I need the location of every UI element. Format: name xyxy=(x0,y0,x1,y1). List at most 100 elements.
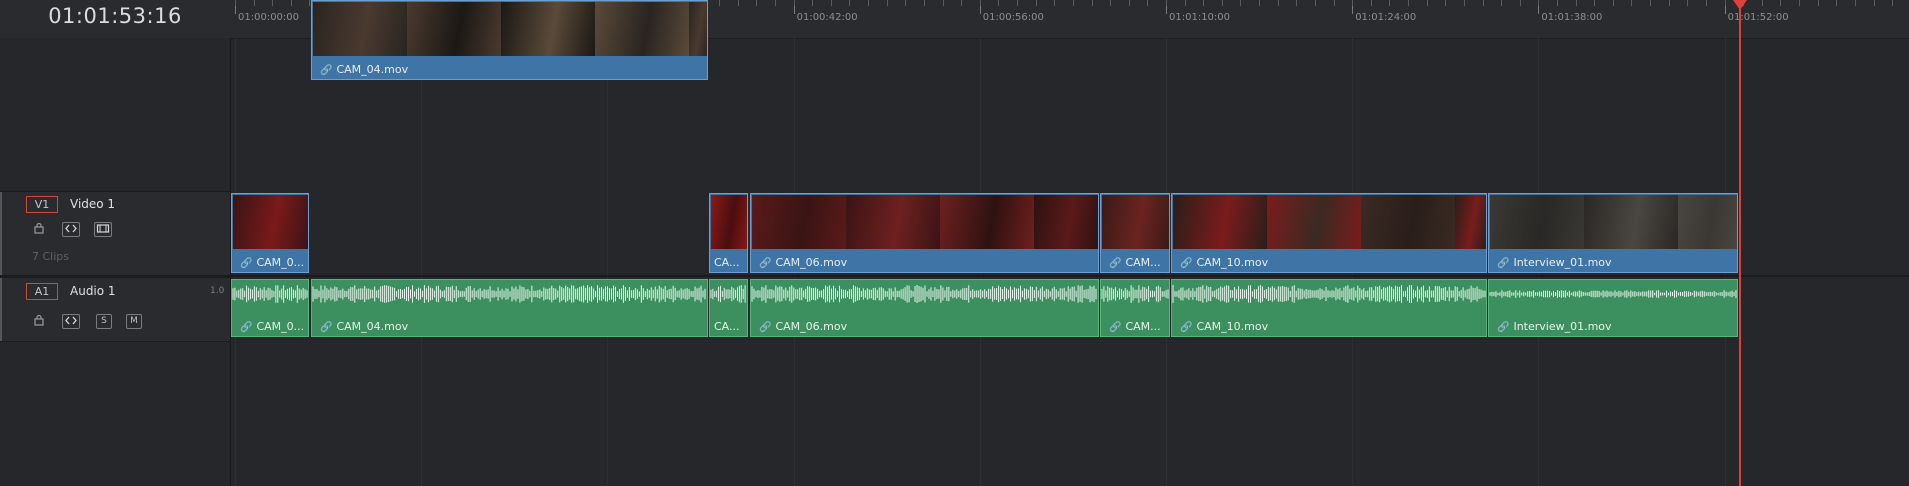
clip-label: 🔗 CAM_06.mov xyxy=(759,256,848,269)
ruler-minor-tick xyxy=(1669,0,1670,6)
video-clip[interactable]: 🔗 CAM_04.mov xyxy=(311,0,708,80)
clip-thumbnails xyxy=(1490,195,1737,249)
ruler-minor-tick xyxy=(1092,0,1093,6)
ruler-minor-tick xyxy=(235,0,236,6)
video-clip[interactable]: 🔗 Interview_01.mov xyxy=(1488,193,1738,273)
audio-clip[interactable]: 🔗 CAM_0... xyxy=(231,279,309,337)
clip-thumbnail-frame xyxy=(1584,195,1678,249)
link-icon: 🔗 xyxy=(240,322,253,333)
playhead[interactable] xyxy=(1739,0,1741,486)
auto-select-icon[interactable] xyxy=(62,222,80,237)
audio-track-id[interactable]: A1 xyxy=(26,283,58,300)
audio-waveform xyxy=(1101,285,1169,303)
clip-thumbnails xyxy=(711,195,747,249)
clip-thumbnail-frame xyxy=(1490,195,1584,249)
audio-clip[interactable]: 🔗 CAM_04.mov xyxy=(311,279,708,337)
ruler-minor-tick xyxy=(309,0,310,6)
audio-track-level: 1.0 xyxy=(210,286,225,296)
video-clip[interactable]: 🔗 CAM_06.mov xyxy=(750,193,1099,273)
ruler-minor-tick xyxy=(1240,0,1241,6)
ruler-minor-tick xyxy=(1334,0,1335,6)
ruler-minor-tick xyxy=(1594,0,1595,6)
timecode-display[interactable]: 01:01:53:16 xyxy=(0,4,230,28)
video-clip[interactable]: CA... xyxy=(709,193,748,273)
ruler-minor-tick xyxy=(1631,0,1632,6)
audio-track-name[interactable]: Audio 1 xyxy=(70,284,116,298)
clip-thumbnail-frame xyxy=(940,195,1034,249)
link-icon: 🔗 xyxy=(320,65,333,76)
audio-waveform xyxy=(232,285,308,303)
track-stripe xyxy=(0,192,2,276)
ruler-minor-tick xyxy=(1371,0,1372,6)
mute-button[interactable]: M xyxy=(126,314,142,329)
clip-thumbnail-frame xyxy=(711,195,747,249)
video-toggle-icon[interactable] xyxy=(94,222,112,237)
link-icon: 🔗 xyxy=(320,322,333,333)
ruler-minor-tick xyxy=(887,0,888,6)
clip-thumbnails xyxy=(1102,195,1169,249)
ruler-minor-tick xyxy=(1408,0,1409,6)
link-icon: 🔗 xyxy=(1109,322,1122,333)
clip-thumbnails xyxy=(313,2,707,56)
ruler-minor-tick xyxy=(1762,0,1763,6)
ruler-label: 01:00:42:00 xyxy=(796,12,858,23)
clip-thumbnail-frame xyxy=(1455,195,1486,249)
audio-clip[interactable]: CA... xyxy=(709,279,748,337)
ruler-minor-tick xyxy=(1520,0,1521,6)
video-track-name[interactable]: Video 1 xyxy=(70,197,115,211)
auto-select-icon[interactable] xyxy=(62,314,80,329)
ruler-minor-tick xyxy=(1836,0,1837,6)
audio-clip[interactable]: 🔗 CAM... xyxy=(1100,279,1170,337)
clip-thumbnail-frame xyxy=(846,195,940,249)
video-track-header[interactable]: V1 Video 1 7 Clips xyxy=(0,191,230,277)
ruler-minor-tick xyxy=(1315,0,1316,6)
clip-thumbnail-frame xyxy=(595,2,689,56)
ruler-minor-tick xyxy=(868,0,869,6)
clip-thumbnails xyxy=(233,195,308,249)
clip-label: 🔗 CAM_10.mov xyxy=(1180,256,1269,269)
clip-label: 🔗 CAM_06.mov xyxy=(759,320,848,333)
ruler-minor-tick xyxy=(998,0,999,6)
link-icon: 🔗 xyxy=(1180,258,1193,269)
ruler-minor-tick xyxy=(775,0,776,6)
playhead-handle[interactable] xyxy=(1733,0,1747,10)
ruler-minor-tick xyxy=(254,0,255,6)
clip-thumbnail-frame xyxy=(1034,195,1098,249)
link-icon: 🔗 xyxy=(1497,322,1510,333)
video-track-id[interactable]: V1 xyxy=(26,196,58,213)
audio-track-header[interactable]: A1 Audio 1 1.0 S M xyxy=(0,277,230,342)
clip-thumbnail-frame xyxy=(689,2,707,56)
waveform-path xyxy=(1172,285,1486,303)
audio-clip[interactable]: 🔗 CAM_10.mov xyxy=(1171,279,1487,337)
clip-thumbnail-frame xyxy=(1267,195,1361,249)
ruler-minor-tick xyxy=(905,0,906,6)
solo-button[interactable]: S xyxy=(96,314,112,329)
clip-label: 🔗 CAM_04.mov xyxy=(320,320,409,333)
ruler-minor-tick xyxy=(1874,0,1875,6)
ruler-minor-tick xyxy=(738,0,739,6)
ruler-minor-tick xyxy=(1818,0,1819,6)
lock-icon[interactable] xyxy=(32,222,46,235)
clip-label: 🔗 CAM... xyxy=(1109,256,1161,269)
grid-line xyxy=(607,38,609,486)
lock-icon[interactable] xyxy=(32,314,46,327)
ruler-minor-tick xyxy=(812,0,813,6)
audio-waveform xyxy=(1172,285,1486,303)
video-clip[interactable]: 🔗 CAM... xyxy=(1100,193,1170,273)
ruler-minor-tick xyxy=(831,0,832,6)
waveform-path xyxy=(710,285,746,303)
clip-label: 🔗 CAM_10.mov xyxy=(1180,320,1269,333)
ruler-minor-tick xyxy=(1687,0,1688,6)
ruler-minor-tick xyxy=(943,0,944,6)
video-clip[interactable]: 🔗 CAM_0... xyxy=(231,193,309,273)
waveform-path xyxy=(232,285,308,303)
ruler-label: 01:00:00:00 xyxy=(238,12,300,23)
audio-clip[interactable]: 🔗 Interview_01.mov xyxy=(1488,279,1738,337)
ruler-label: 01:00:56:00 xyxy=(982,12,1044,23)
ruler-minor-tick xyxy=(1296,0,1297,6)
ruler-minor-tick xyxy=(1464,0,1465,6)
audio-clip[interactable]: 🔗 CAM_06.mov xyxy=(750,279,1099,337)
video-clip[interactable]: 🔗 CAM_10.mov xyxy=(1171,193,1487,273)
ruler-minor-tick xyxy=(1147,0,1148,6)
ruler-minor-tick xyxy=(1483,0,1484,6)
